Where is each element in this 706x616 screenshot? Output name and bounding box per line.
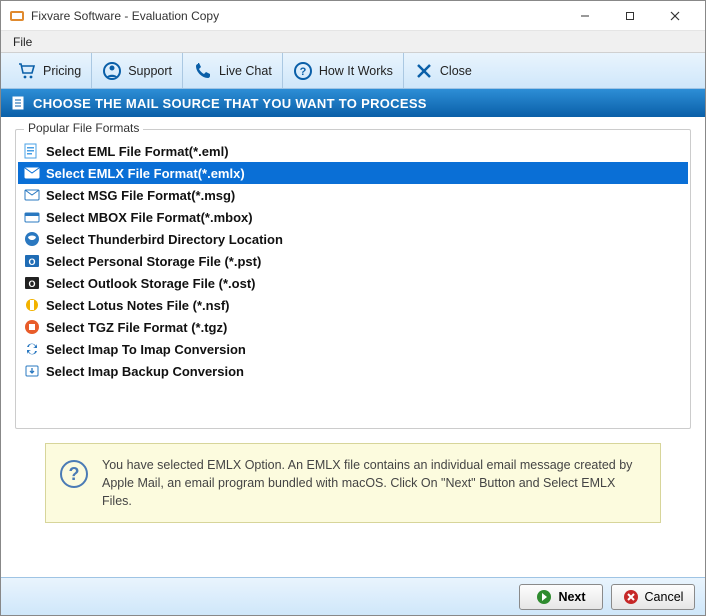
svg-text:?: ? [299,66,306,78]
titlebar: Fixvare Software - Evaluation Copy [1,1,705,31]
lotus-icon [24,297,40,313]
groupbox-label: Popular File Formats [24,121,143,135]
toolbar-livechat-label: Live Chat [219,64,272,78]
headset-icon [102,61,122,81]
outlook-pst-icon: O [24,253,40,269]
bottom-bar: Next Cancel [1,577,705,615]
format-label: Select EMLX File Format(*.emlx) [46,166,245,181]
thunderbird-icon [24,231,40,247]
cancel-icon [623,589,639,605]
format-item-imap-to-imap[interactable]: Select Imap To Imap Conversion [18,338,688,360]
header-band: CHOOSE THE MAIL SOURCE THAT YOU WANT TO … [1,89,705,117]
format-item-tgz[interactable]: Select TGZ File Format (*.tgz) [18,316,688,338]
next-button-label: Next [558,590,585,604]
mbox-icon [24,209,40,225]
toolbar-howitworks-label: How It Works [319,64,393,78]
info-box: ? You have selected EMLX Option. An EMLX… [45,443,661,523]
format-label: Select Personal Storage File (*.pst) [46,254,261,269]
toolbar-pricing[interactable]: Pricing [7,53,92,88]
msg-icon [24,187,40,203]
toolbar: Pricing Support Live Chat ? How It Works… [1,53,705,89]
format-item-eml[interactable]: Select EML File Format(*.eml) [18,140,688,162]
format-label: Select Outlook Storage File (*.ost) [46,276,255,291]
format-item-ost[interactable]: O Select Outlook Storage File (*.ost) [18,272,688,294]
toolbar-howitworks[interactable]: ? How It Works [283,53,404,88]
svg-text:O: O [28,279,35,289]
document-icon [11,96,25,110]
format-item-msg[interactable]: Select MSG File Format(*.msg) [18,184,688,206]
format-item-pst[interactable]: O Select Personal Storage File (*.pst) [18,250,688,272]
toolbar-support[interactable]: Support [92,53,183,88]
format-label: Select EML File Format(*.eml) [46,144,229,159]
format-label: Select Imap Backup Conversion [46,364,244,379]
toolbar-livechat[interactable]: Live Chat [183,53,283,88]
format-item-mbox[interactable]: Select MBOX File Format(*.mbox) [18,206,688,228]
tgz-icon [24,319,40,335]
info-text: You have selected EMLX Option. An EMLX f… [102,456,646,510]
main-panel: Popular File Formats Select EML File For… [1,117,705,577]
menu-file[interactable]: File [7,33,38,51]
window-title: Fixvare Software - Evaluation Copy [31,9,562,23]
sync-icon [24,341,40,357]
window-controls [562,2,697,30]
next-button[interactable]: Next [519,584,603,610]
format-label: Select Imap To Imap Conversion [46,342,246,357]
close-icon [414,61,434,81]
phone-icon [193,61,213,81]
toolbar-close-label: Close [440,64,472,78]
menubar: File [1,31,705,53]
format-item-emlx[interactable]: Select EMLX File Format(*.emlx) [18,162,688,184]
outlook-ost-icon: O [24,275,40,291]
toolbar-close[interactable]: Close [404,53,482,88]
eml-icon [24,143,40,159]
format-item-nsf[interactable]: Select Lotus Notes File (*.nsf) [18,294,688,316]
toolbar-pricing-label: Pricing [43,64,81,78]
format-label: Select MBOX File Format(*.mbox) [46,210,253,225]
header-title: CHOOSE THE MAIL SOURCE THAT YOU WANT TO … [33,96,427,111]
format-label: Select Thunderbird Directory Location [46,232,283,247]
minimize-button[interactable] [562,2,607,30]
format-item-thunderbird[interactable]: Select Thunderbird Directory Location [18,228,688,250]
formats-groupbox: Popular File Formats Select EML File For… [15,129,691,429]
svg-text:O: O [28,257,35,267]
emlx-icon [24,165,40,181]
format-item-imap-backup[interactable]: Select Imap Backup Conversion [18,360,688,382]
question-icon: ? [293,61,313,81]
app-icon [9,8,25,24]
cancel-button-label: Cancel [645,590,684,604]
toolbar-support-label: Support [128,64,172,78]
backup-icon [24,363,40,379]
format-label: Select MSG File Format(*.msg) [46,188,235,203]
cart-icon [17,61,37,81]
format-label: Select Lotus Notes File (*.nsf) [46,298,229,313]
next-arrow-icon [536,589,552,605]
cancel-button[interactable]: Cancel [611,584,695,610]
format-list: Select EML File Format(*.eml) Select EML… [18,140,688,382]
close-window-button[interactable] [652,2,697,30]
maximize-button[interactable] [607,2,652,30]
info-icon: ? [60,460,88,488]
format-label: Select TGZ File Format (*.tgz) [46,320,227,335]
